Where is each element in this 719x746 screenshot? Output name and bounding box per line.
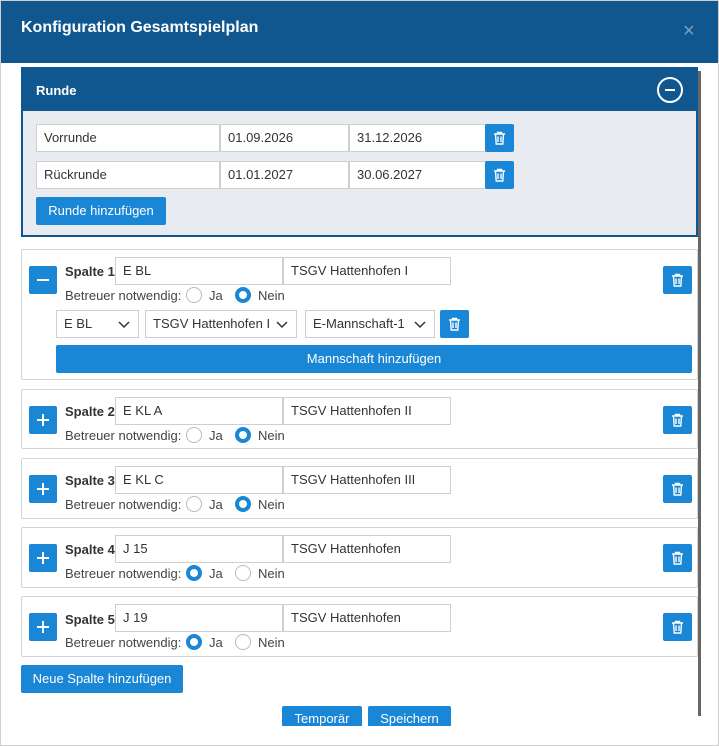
betreuer-nein-radio[interactable] (235, 634, 251, 650)
spalte-verein-field[interactable]: TSGV Hattenhofen (283, 604, 451, 632)
runde-end-date-field[interactable]: 30.06.2027 (349, 161, 486, 189)
delete-mannschaft-button[interactable] (440, 310, 469, 338)
mannschaft-select[interactable]: E-Mannschaft-1 (305, 310, 435, 338)
dialog-header: Konfiguration Gesamtspielplan × (1, 1, 718, 63)
expand-spalte-icon[interactable] (29, 406, 57, 434)
runde-panel-header: Runde (23, 69, 696, 111)
save-button[interactable]: Speichern (368, 706, 451, 726)
spalte-card: Spalte 3 E KL C TSGV Hattenhofen III Bet… (21, 458, 698, 519)
betreuer-ja-radio[interactable] (186, 496, 202, 512)
spalte-verein-field[interactable]: TSGV Hattenhofen III (283, 466, 451, 494)
spalte-label: Spalte 3 (65, 473, 115, 488)
spalte-kuerzel-field[interactable]: E KL C (115, 466, 283, 494)
spalte-card: Spalte 4 J 15 TSGV Hattenhofen Betreuer … (21, 527, 698, 588)
expand-spalte-icon[interactable] (29, 613, 57, 641)
delete-spalte-button[interactable] (663, 406, 692, 434)
betreuer-nein-radio[interactable] (235, 287, 251, 303)
add-mannschaft-button[interactable]: Mannschaft hinzufügen (56, 345, 692, 373)
verein-select-value: TSGV Hattenhofen I (153, 316, 271, 331)
ja-label: Ja (209, 288, 223, 303)
dialog-title: Konfiguration Gesamtspielplan (21, 19, 259, 36)
verein-select[interactable]: TSGV Hattenhofen I (145, 310, 297, 338)
nein-label: Nein (258, 288, 285, 303)
delete-runde-button[interactable] (485, 161, 514, 189)
betreuer-label: Betreuer notwendig: (65, 566, 182, 581)
spalte-card: Spalte 5 J 19 TSGV Hattenhofen Betreuer … (21, 596, 698, 657)
chevron-down-icon (118, 321, 130, 329)
spalte-kuerzel-field[interactable]: J 19 (115, 604, 283, 632)
temporaer-button[interactable]: Temporär (282, 706, 362, 726)
liga-select-value: E BL (64, 316, 93, 331)
liga-select[interactable]: E BL (56, 310, 139, 338)
chevron-down-icon (414, 321, 426, 329)
betreuer-label: Betreuer notwendig: (65, 288, 182, 303)
trash-icon (494, 168, 505, 182)
runde-start-date-field[interactable]: 01.09.2026 (220, 124, 349, 152)
trash-icon (672, 482, 683, 496)
spalte-label: Spalte 4 (65, 542, 115, 557)
nein-label: Nein (258, 566, 285, 581)
spalte-label: Spalte 5 (65, 612, 115, 627)
add-runde-button[interactable]: Runde hinzufügen (36, 197, 166, 225)
spalte-label: Spalte 1 (65, 264, 115, 279)
runde-name-field[interactable]: Vorrunde (36, 124, 220, 152)
runde-start-date-field[interactable]: 01.01.2027 (220, 161, 349, 189)
betreuer-ja-radio[interactable] (186, 427, 202, 443)
spalte-card: Spalte 1 E BL TSGV Hattenhofen I Betreue… (21, 249, 698, 380)
trash-icon (494, 131, 505, 145)
trash-icon (449, 317, 460, 331)
nein-label: Nein (258, 428, 285, 443)
spalte-card: Spalte 2 E KL A TSGV Hattenhofen II Betr… (21, 389, 698, 449)
spalte-kuerzel-field[interactable]: E KL A (115, 397, 283, 425)
runde-panel: Runde Vorrunde 01.09.2026 31.12.2026 Rüc… (21, 67, 698, 237)
trash-icon (672, 551, 683, 565)
ja-label: Ja (209, 428, 223, 443)
spalte-kuerzel-field[interactable]: J 15 (115, 535, 283, 563)
scrollbar[interactable] (698, 71, 701, 716)
collapse-spalte-icon[interactable] (29, 266, 57, 294)
runde-end-date-field[interactable]: 31.12.2026 (349, 124, 486, 152)
delete-runde-button[interactable] (485, 124, 514, 152)
betreuer-nein-radio[interactable] (235, 496, 251, 512)
betreuer-nein-radio[interactable] (235, 427, 251, 443)
betreuer-label: Betreuer notwendig: (65, 635, 182, 650)
delete-spalte-button[interactable] (663, 266, 692, 294)
trash-icon (672, 413, 683, 427)
delete-spalte-button[interactable] (663, 544, 692, 572)
runde-panel-title: Runde (36, 83, 77, 98)
betreuer-ja-radio[interactable] (186, 565, 202, 581)
ja-label: Ja (209, 635, 223, 650)
collapse-icon[interactable] (657, 77, 683, 103)
spalte-verein-field[interactable]: TSGV Hattenhofen I (283, 257, 451, 285)
expand-spalte-icon[interactable] (29, 544, 57, 572)
betreuer-label: Betreuer notwendig: (65, 428, 182, 443)
spalte-verein-field[interactable]: TSGV Hattenhofen (283, 535, 451, 563)
delete-spalte-button[interactable] (663, 475, 692, 503)
expand-spalte-icon[interactable] (29, 475, 57, 503)
spalte-verein-field[interactable]: TSGV Hattenhofen II (283, 397, 451, 425)
betreuer-label: Betreuer notwendig: (65, 497, 182, 512)
spalte-kuerzel-field[interactable]: E BL (115, 257, 283, 285)
close-icon[interactable]: × (683, 21, 695, 41)
betreuer-ja-radio[interactable] (186, 634, 202, 650)
ja-label: Ja (209, 497, 223, 512)
trash-icon (672, 273, 683, 287)
chevron-down-icon (276, 321, 288, 329)
spalte-label: Spalte 2 (65, 404, 115, 419)
add-spalte-button[interactable]: Neue Spalte hinzufügen (21, 665, 183, 693)
betreuer-nein-radio[interactable] (235, 565, 251, 581)
ja-label: Ja (209, 566, 223, 581)
dialog: Konfiguration Gesamtspielplan × Runde Vo… (0, 0, 719, 746)
betreuer-ja-radio[interactable] (186, 287, 202, 303)
nein-label: Nein (258, 635, 285, 650)
mannschaft-select-value: E-Mannschaft-1 (313, 316, 405, 331)
delete-spalte-button[interactable] (663, 613, 692, 641)
runde-name-field[interactable]: Rückrunde (36, 161, 220, 189)
nein-label: Nein (258, 497, 285, 512)
trash-icon (672, 620, 683, 634)
